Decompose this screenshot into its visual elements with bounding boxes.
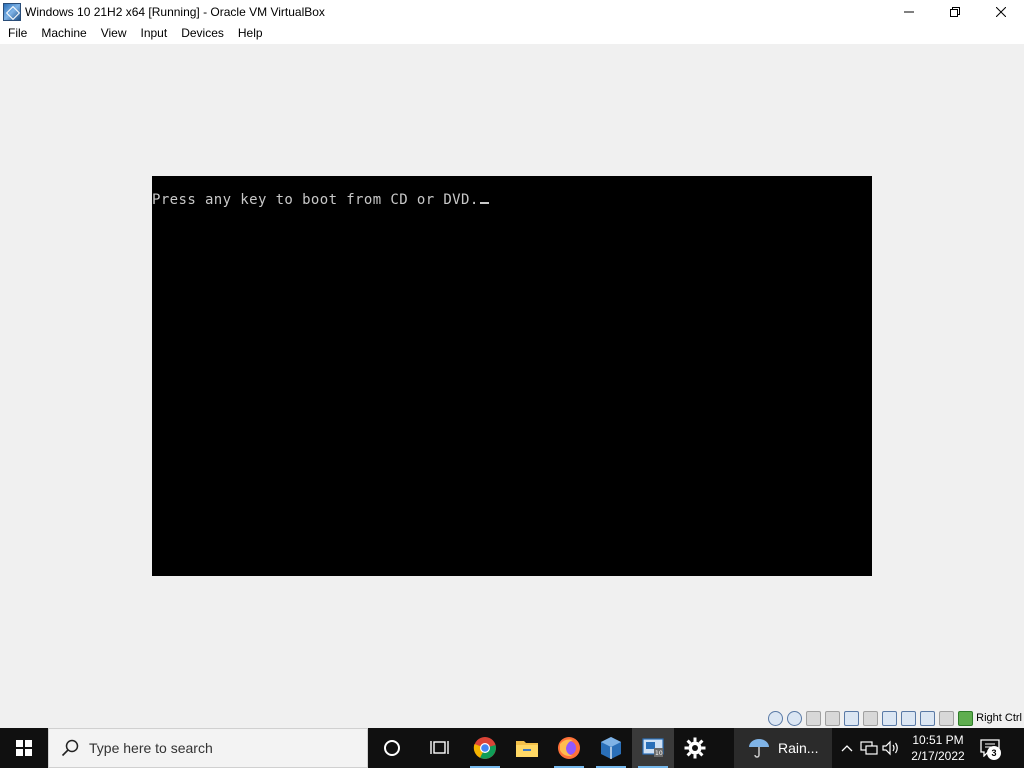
text-cursor xyxy=(479,202,489,204)
status-bar: Right Ctrl xyxy=(0,708,1024,728)
svg-text:10: 10 xyxy=(655,750,663,757)
chrome-icon xyxy=(473,737,496,759)
keyboard-icon[interactable] xyxy=(958,710,974,726)
shared-folders-icon[interactable] xyxy=(863,710,879,726)
network-icon[interactable] xyxy=(825,710,841,726)
task-view-icon xyxy=(430,741,449,754)
show-hidden-icons-button[interactable] xyxy=(836,728,858,768)
close-icon xyxy=(996,6,1006,17)
host-key-label: Right Ctrl xyxy=(976,712,1022,724)
speaker-icon xyxy=(882,740,898,756)
search-placeholder: Type here to search xyxy=(89,740,213,756)
boot-message: Press any key to boot from CD or DVD. xyxy=(152,192,479,208)
cortana-icon xyxy=(384,740,400,756)
cortana-button[interactable] xyxy=(368,728,416,768)
clock[interactable]: 10:51 PM 2/17/2022 xyxy=(906,732,970,764)
clock-time: 10:51 PM xyxy=(912,733,964,747)
file-explorer-icon xyxy=(516,741,538,757)
vm-console-text: Press any key to boot from CD or DVD. xyxy=(152,192,489,208)
settings-button[interactable] xyxy=(674,728,716,768)
start-button[interactable] xyxy=(0,728,48,768)
menu-machine[interactable]: Machine xyxy=(34,23,93,44)
hard-disk-icon[interactable] xyxy=(768,710,784,726)
minimize-button[interactable] xyxy=(886,0,932,23)
virtualbox-button[interactable] xyxy=(590,728,632,768)
close-button[interactable] xyxy=(978,0,1024,23)
optical-drive-icon[interactable] xyxy=(787,710,803,726)
menu-help[interactable]: Help xyxy=(231,23,270,44)
task-view-button[interactable] xyxy=(416,728,464,768)
firefox-button[interactable] xyxy=(548,728,590,768)
chrome-button[interactable] xyxy=(464,728,506,768)
virtualbox-icon xyxy=(601,737,621,759)
display-icon[interactable] xyxy=(882,710,898,726)
weather-text: Rain... xyxy=(778,740,819,756)
network-button[interactable] xyxy=(858,728,880,768)
system-tray: 10:51 PM 2/17/2022 3 xyxy=(836,728,1010,768)
virtualbox-vm-button[interactable]: 10 xyxy=(632,728,674,768)
volume-button[interactable] xyxy=(880,728,902,768)
mouse-integration-icon[interactable] xyxy=(939,710,955,726)
clock-date: 2/17/2022 xyxy=(911,749,965,763)
virtualbox-app-icon[interactable] xyxy=(3,2,21,21)
menu-devices[interactable]: Devices xyxy=(174,23,231,44)
firefox-icon xyxy=(558,737,580,759)
vm-screen[interactable]: Press any key to boot from CD or DVD. xyxy=(152,176,872,576)
window-title: Windows 10 21H2 x64 [Running] - Oracle V… xyxy=(25,4,325,19)
window-controls xyxy=(886,0,1024,23)
weather-widget[interactable]: Rain... xyxy=(734,728,832,768)
usb-icon[interactable] xyxy=(844,710,860,726)
virtualization-icon[interactable] xyxy=(920,710,936,726)
chevron-up-icon xyxy=(841,745,853,752)
search-box[interactable]: Type here to search xyxy=(48,728,368,768)
minimize-icon xyxy=(904,11,914,12)
video-capture-icon[interactable] xyxy=(901,710,917,726)
menu-file[interactable]: File xyxy=(1,23,34,44)
windows-logo-icon xyxy=(16,740,32,756)
notification-count-badge: 3 xyxy=(987,746,1001,760)
virtualbox-vm-icon: 10 xyxy=(642,738,664,757)
taskbar: Type here to search 10 Rain... 10:51 PM … xyxy=(0,728,1024,768)
settings-icon xyxy=(684,737,706,759)
file-explorer-button[interactable] xyxy=(506,728,548,768)
title-bar[interactable]: Windows 10 21H2 x64 [Running] - Oracle V… xyxy=(0,0,1024,23)
menu-input[interactable]: Input xyxy=(134,23,175,44)
network-icon xyxy=(860,741,878,755)
search-icon xyxy=(61,739,79,757)
restore-button[interactable] xyxy=(932,0,978,23)
audio-icon[interactable] xyxy=(806,710,822,726)
umbrella-icon xyxy=(749,739,769,758)
menu-bar: File Machine View Input Devices Help xyxy=(0,23,1024,44)
action-center-button[interactable]: 3 xyxy=(970,728,1010,768)
menu-view[interactable]: View xyxy=(94,23,134,44)
vm-display-area: Press any key to boot from CD or DVD. xyxy=(0,44,1024,708)
restore-icon xyxy=(950,6,960,17)
